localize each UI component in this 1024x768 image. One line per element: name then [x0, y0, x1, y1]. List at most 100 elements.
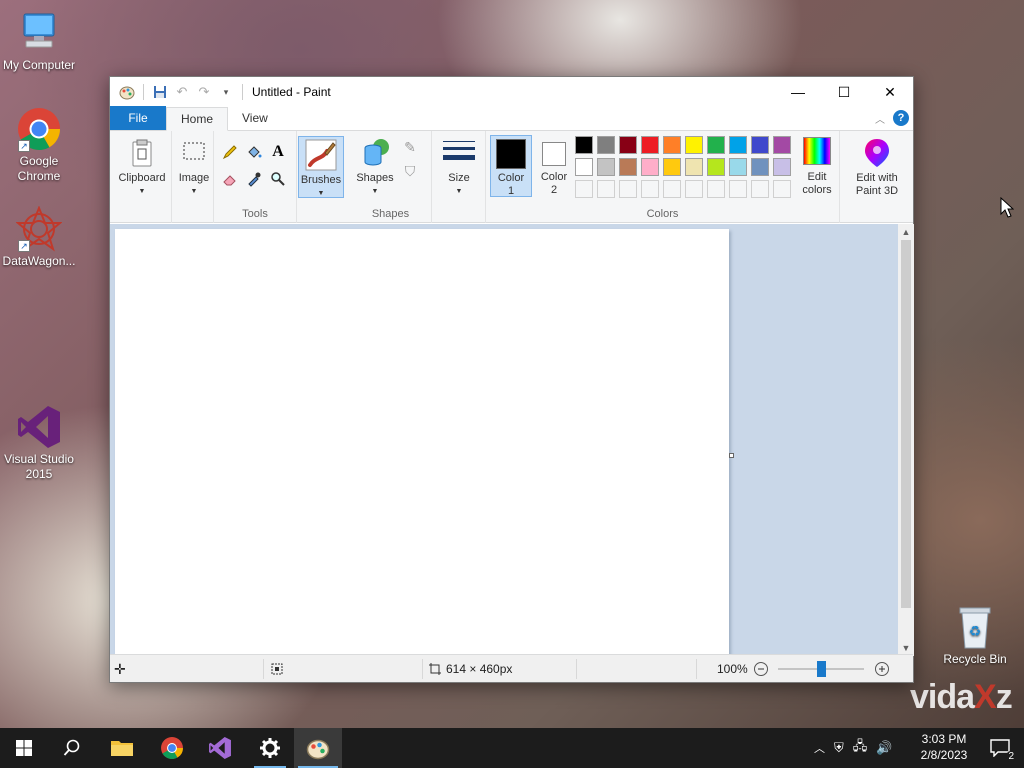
color2-number: 2 — [550, 184, 558, 196]
color-swatch[interactable] — [751, 158, 769, 176]
color-swatch[interactable] — [773, 136, 791, 154]
desktop-icon-visual-studio[interactable]: Visual Studio 2015 — [1, 404, 77, 482]
desktop-icon-my-computer[interactable]: My Computer — [1, 10, 77, 73]
clipboard-button[interactable]: Clipboard ▼ — [115, 137, 169, 198]
vertical-scrollbar[interactable]: ▲ ▼ — [898, 224, 914, 656]
start-button[interactable] — [0, 728, 48, 768]
color-swatch[interactable] — [641, 180, 659, 198]
taskbar-chrome[interactable] — [148, 728, 196, 768]
close-button[interactable]: ✕ — [867, 77, 913, 107]
clock[interactable]: 3:03 PM 2/8/2023 — [914, 731, 974, 763]
color-picker-icon[interactable] — [244, 169, 264, 189]
color-swatch[interactable] — [729, 158, 747, 176]
search-button[interactable] — [48, 728, 96, 768]
collapse-ribbon-icon[interactable]: ︿ — [875, 111, 885, 126]
tab-view[interactable]: View — [228, 106, 282, 130]
paint-app-icon[interactable] — [118, 83, 136, 101]
zoom-in-button[interactable] — [874, 655, 890, 683]
color-swatch[interactable] — [575, 158, 593, 176]
color-swatch[interactable] — [707, 158, 725, 176]
color-swatch[interactable] — [641, 158, 659, 176]
zoom-slider[interactable] — [778, 655, 864, 683]
color-swatch[interactable] — [685, 180, 703, 198]
volume-icon[interactable]: 🔊 — [876, 740, 892, 756]
color-swatch[interactable] — [619, 180, 637, 198]
color-swatch[interactable] — [729, 136, 747, 154]
edit-colors-button[interactable]: Edit colors — [796, 137, 838, 197]
color-swatch[interactable] — [685, 158, 703, 176]
customize-toolbar-icon[interactable]: ▾ — [217, 83, 235, 101]
color-swatch[interactable] — [597, 136, 615, 154]
network-icon[interactable]: 🖧 — [853, 737, 868, 759]
color-swatch[interactable] — [641, 136, 659, 154]
color-swatch[interactable] — [575, 136, 593, 154]
security-icon[interactable]: ⛨ — [834, 740, 844, 756]
redo-icon[interactable]: ↷ — [195, 83, 213, 101]
color-swatch[interactable] — [663, 136, 681, 154]
color-swatch[interactable] — [751, 136, 769, 154]
color-swatch[interactable] — [707, 136, 725, 154]
color-swatch[interactable] — [685, 136, 703, 154]
color-swatch[interactable] — [773, 180, 791, 198]
canvas-area[interactable] — [110, 224, 898, 656]
datawagon-icon: ↗ — [15, 205, 63, 252]
color-swatch[interactable] — [619, 136, 637, 154]
zoom-slider-thumb[interactable] — [817, 661, 826, 677]
paint-window[interactable]: ↶ ↷ ▾ Untitled - Paint — ☐ ✕ File Home V… — [109, 76, 914, 683]
color-swatch[interactable] — [729, 180, 747, 198]
color-swatch[interactable] — [663, 158, 681, 176]
help-icon[interactable]: ? — [893, 110, 909, 126]
shapes-button[interactable]: Shapes ▼ — [354, 137, 396, 198]
taskbar-file-explorer[interactable] — [98, 728, 146, 768]
taskbar-paint[interactable] — [294, 728, 342, 768]
drawing-canvas[interactable] — [115, 229, 729, 656]
edit-with-paint3d-button[interactable]: Edit with Paint 3D — [844, 137, 910, 198]
pencil-icon[interactable] — [220, 142, 240, 162]
fill-bucket-icon[interactable] — [244, 142, 264, 162]
minimize-button[interactable]: — — [775, 77, 821, 107]
color-swatch[interactable] — [663, 180, 681, 198]
resize-handle-right[interactable] — [729, 453, 734, 458]
color2-button[interactable]: Color 2 — [534, 135, 574, 197]
color-swatch[interactable] — [597, 158, 615, 176]
desktop-icon-google-chrome[interactable]: ↗ Google Chrome — [1, 106, 77, 184]
desktop-icon-datawagon[interactable]: ↗ DataWagon... — [1, 205, 77, 269]
title-bar[interactable]: ↶ ↷ ▾ Untitled - Paint — ☐ ✕ — [110, 77, 913, 107]
taskbar-visual-studio[interactable] — [196, 728, 244, 768]
shapes-icon — [359, 137, 391, 169]
outline-icon[interactable]: ✎ — [400, 137, 420, 157]
fill-icon[interactable]: ⛉ — [400, 161, 420, 181]
save-icon[interactable] — [151, 83, 169, 101]
action-center-button[interactable]: 2 — [976, 728, 1024, 768]
eraser-icon[interactable] — [220, 169, 240, 189]
brushes-button[interactable]: Brushes ▼ — [298, 136, 344, 198]
system-tray: ︿ ⛨ 🖧 🔊 — [814, 728, 892, 768]
color2-swatch — [542, 142, 566, 166]
desktop-icon-recycle-bin[interactable]: ♻ Recycle Bin — [937, 604, 1013, 667]
color-swatch[interactable] — [619, 158, 637, 176]
tab-file[interactable]: File — [110, 106, 166, 130]
tools-group: A Tools — [214, 131, 297, 223]
color-swatch[interactable] — [575, 180, 593, 198]
zoom-out-button[interactable] — [753, 655, 769, 683]
color-swatch[interactable] — [707, 180, 725, 198]
maximize-button[interactable]: ☐ — [821, 77, 867, 107]
color1-button[interactable]: Color 1 — [490, 135, 532, 197]
undo-icon[interactable]: ↶ — [173, 83, 191, 101]
scroll-up-icon[interactable]: ▲ — [898, 224, 914, 240]
text-icon[interactable]: A — [268, 142, 288, 162]
color-swatch[interactable] — [751, 180, 769, 198]
taskbar-settings[interactable] — [246, 728, 294, 768]
color-palette — [575, 136, 797, 202]
color-swatch[interactable] — [597, 180, 615, 198]
ribbon: Clipboard ▼ Image ▼ A Tools Brushes ▼ Sh… — [110, 131, 913, 223]
magnifier-icon[interactable] — [268, 169, 288, 189]
paint-app-icon — [306, 739, 330, 760]
image-button[interactable]: Image ▼ — [176, 137, 212, 198]
show-hidden-icons-icon[interactable]: ︿ — [814, 740, 825, 756]
color-swatch[interactable] — [773, 158, 791, 176]
scrollbar-thumb[interactable] — [901, 240, 911, 608]
tab-home[interactable]: Home — [166, 107, 229, 131]
clock-date: 2/8/2023 — [920, 748, 968, 762]
size-button[interactable]: Size ▼ — [438, 137, 480, 198]
